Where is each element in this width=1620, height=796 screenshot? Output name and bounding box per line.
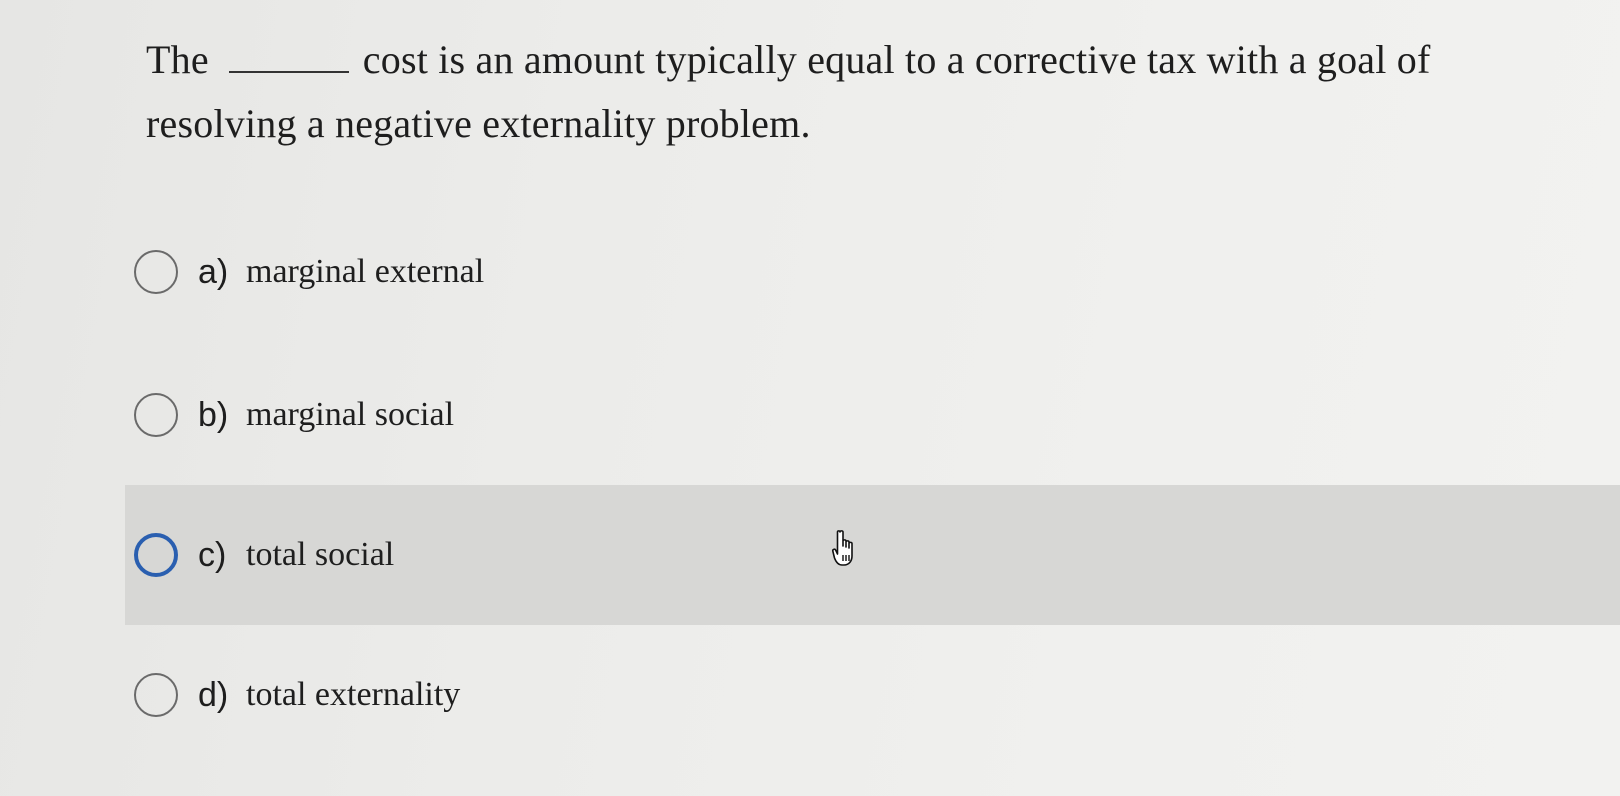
question-text-start: The [146, 37, 209, 82]
option-letter-a: a) [198, 252, 229, 291]
radio-button-a[interactable] [134, 250, 178, 294]
radio-button-c[interactable] [134, 533, 178, 577]
option-label-c: total social [246, 536, 395, 573]
option-label-a: marginal external [246, 253, 485, 290]
radio-button-b[interactable] [134, 393, 178, 437]
option-a[interactable]: a) marginal external [125, 202, 1620, 342]
radio-button-d[interactable] [134, 673, 178, 717]
option-b[interactable]: b) marginal social [125, 345, 1620, 485]
option-d[interactable]: d) total externality [125, 625, 1620, 765]
answer-blank [228, 41, 349, 73]
hand-pointer-icon [831, 530, 853, 566]
option-label-d: total externality [246, 676, 461, 713]
option-label-b: marginal social [246, 396, 455, 433]
option-c[interactable]: c) total social [125, 485, 1620, 625]
option-letter-b: b) [198, 395, 229, 434]
question-text: The cost is an amount typically equal to … [146, 28, 1586, 156]
option-letter-c: c) [198, 535, 227, 574]
option-letter-d: d) [198, 675, 229, 714]
